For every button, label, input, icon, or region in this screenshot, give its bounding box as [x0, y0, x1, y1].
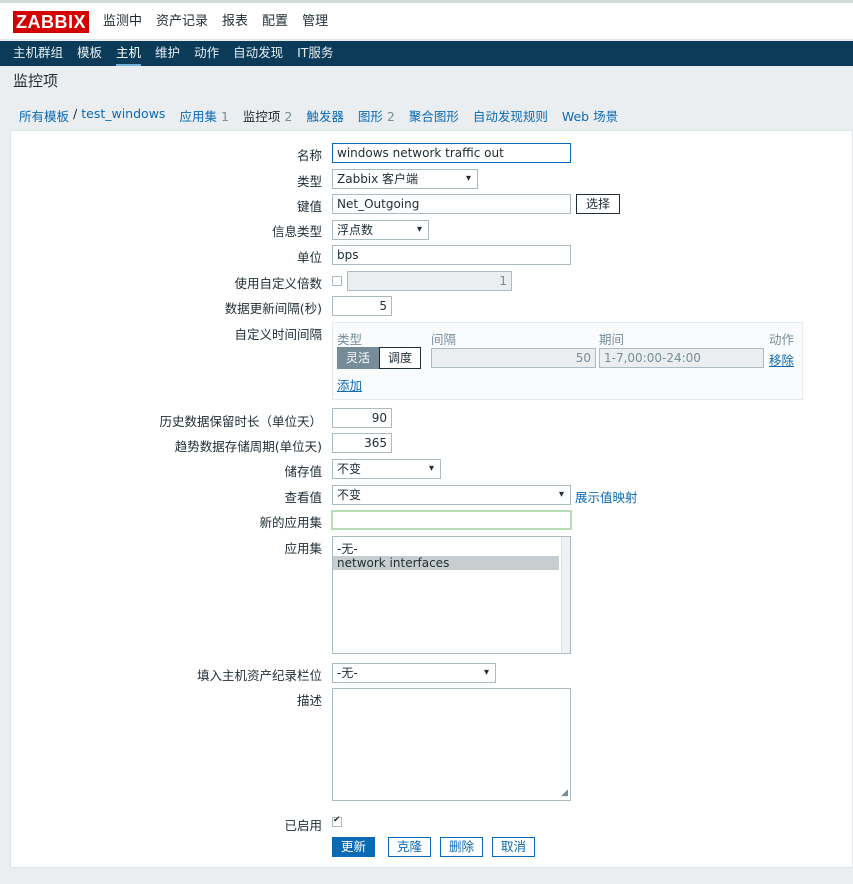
breadcrumb: 所有模板 / test_windows 应用集 1 监控项 2 触发器 图形 2…: [19, 106, 632, 125]
submenu-templates[interactable]: 模板: [77, 41, 102, 66]
description-textarea[interactable]: ◢: [332, 688, 571, 801]
submenu-maintenance[interactable]: 维护: [155, 41, 180, 66]
submenu-host-groups[interactable]: 主机群组: [13, 41, 63, 66]
tab-graphs-count: 2: [386, 109, 395, 124]
ci-flexible-button[interactable]: 灵活: [337, 347, 380, 369]
key-label: 键值: [296, 199, 322, 214]
submenu-hosts[interactable]: 主机: [116, 41, 142, 66]
resize-grip-icon[interactable]: ◢: [561, 788, 568, 798]
main-menu: 监测中 资产记录 报表 配置 管理: [103, 11, 342, 33]
menu-inventory[interactable]: 资产记录: [156, 11, 208, 33]
store-value-select[interactable]: 不变: [332, 459, 441, 479]
select-key-button[interactable]: 选择: [576, 194, 621, 214]
breadcrumb-separator: /: [73, 106, 78, 121]
ci-type-header: 类型: [337, 332, 363, 347]
tab-items[interactable]: 监控项 2: [243, 106, 292, 125]
tab-discovery-rules[interactable]: 自动发现规则: [473, 106, 548, 125]
tab-applications-count: 1: [220, 109, 229, 124]
submenu-it-services[interactable]: IT服务: [297, 41, 333, 66]
tab-graphs[interactable]: 图形 2: [358, 106, 395, 125]
inventory-label: 填入主机资产纪录栏位: [196, 668, 322, 683]
enabled-label: 已启用: [284, 818, 322, 833]
type-select[interactable]: Zabbix 客户端: [332, 169, 478, 189]
applications-listbox[interactable]: -无- network interfaces: [332, 536, 571, 654]
tab-items-label: 监控项: [242, 109, 281, 124]
info-type-select[interactable]: 浮点数: [332, 220, 429, 240]
name-label: 名称: [296, 148, 322, 163]
page-title: 监控项: [13, 72, 59, 90]
trends-input[interactable]: 365: [332, 433, 392, 453]
menu-administration[interactable]: 管理: [302, 11, 328, 33]
cancel-button[interactable]: 取消: [492, 837, 536, 857]
custom-intervals-table: 类型 间隔 期间 动作 灵活 调度 50 1-7,00:00-24:00 移除 …: [332, 322, 803, 400]
multiplier-checkbox[interactable]: [332, 276, 342, 286]
ci-action-header: 动作: [769, 332, 795, 347]
trends-label: 趋势数据存储周期(单位天): [174, 439, 322, 454]
ci-period-input[interactable]: 1-7,00:00-24:00: [599, 348, 764, 368]
tab-graphs-label: 图形: [357, 109, 383, 124]
ci-type-toggle: 灵活 调度: [337, 347, 422, 369]
submenu-actions[interactable]: 动作: [194, 41, 219, 66]
update-button[interactable]: 更新: [332, 837, 376, 857]
ci-remove-link[interactable]: 移除: [769, 350, 794, 369]
multiplier-input[interactable]: 1: [347, 271, 512, 291]
tab-triggers[interactable]: 触发器: [306, 106, 344, 125]
units-input[interactable]: bps: [332, 245, 571, 265]
show-value-select[interactable]: 不变: [332, 485, 571, 505]
submenu-discovery[interactable]: 自动发现: [233, 41, 283, 66]
key-input[interactable]: Net_Outgoing: [332, 194, 571, 214]
new-application-input[interactable]: [331, 510, 572, 530]
application-option-none[interactable]: -无-: [333, 542, 559, 556]
new-application-label: 新的应用集: [259, 515, 322, 530]
menu-monitoring[interactable]: 监测中: [103, 11, 142, 33]
history-label: 历史数据保留时长（单位天）: [159, 414, 322, 429]
multiplier-label: 使用自定义倍数: [234, 276, 322, 291]
tab-applications-label: 应用集: [179, 109, 217, 124]
units-label: 单位: [296, 250, 322, 265]
tab-screens[interactable]: 聚合图形: [409, 106, 459, 125]
ci-add-link[interactable]: 添加: [337, 375, 362, 394]
info-type-label: 信息类型: [271, 224, 322, 239]
item-form: 名称 windows network traffic out 类型 Zabbix…: [10, 130, 853, 868]
breadcrumb-all-templates[interactable]: 所有模板: [19, 106, 69, 125]
tab-web-scenarios[interactable]: Web 场景: [562, 106, 618, 125]
show-value-label: 查看值: [284, 490, 322, 505]
enabled-checkbox[interactable]: [332, 815, 342, 827]
top-bar: ZABBIX 监测中 资产记录 报表 配置 管理: [0, 3, 853, 40]
tab-items-count: 2: [284, 109, 293, 124]
name-input[interactable]: windows network traffic out: [332, 143, 571, 163]
breadcrumb-template[interactable]: test_windows: [81, 106, 165, 125]
interval-label: 数据更新间隔(秒): [224, 301, 322, 316]
ci-period-header: 期间: [599, 332, 625, 347]
page: ZABBIX 监测中 资产记录 报表 配置 管理 主机群组 模板 主机 维护 动…: [0, 0, 853, 884]
inventory-select[interactable]: -无-: [332, 663, 496, 683]
zabbix-logo[interactable]: ZABBIX: [13, 11, 89, 33]
application-option-network-interfaces[interactable]: network interfaces: [333, 556, 559, 570]
custom-intervals-label: 自定义时间间隔: [234, 327, 322, 342]
interval-input[interactable]: 5: [332, 296, 392, 316]
ci-interval-header: 间隔: [431, 332, 457, 347]
menu-configuration[interactable]: 配置: [262, 11, 288, 33]
store-value-label: 储存值: [284, 464, 322, 479]
clone-button[interactable]: 克隆: [388, 837, 432, 857]
applications-label: 应用集: [284, 541, 322, 556]
sub-menu: 主机群组 模板 主机 维护 动作 自动发现 IT服务: [0, 41, 853, 66]
ci-scheduling-button[interactable]: 调度: [379, 347, 422, 369]
show-value-mapping-link[interactable]: 展示值映射: [575, 487, 638, 506]
history-input[interactable]: 90: [332, 408, 392, 428]
menu-reports[interactable]: 报表: [222, 11, 248, 33]
delete-button[interactable]: 删除: [440, 837, 484, 857]
applications-scrollbar[interactable]: [561, 537, 570, 653]
tab-applications[interactable]: 应用集 1: [179, 106, 228, 125]
type-label: 类型: [296, 174, 322, 189]
ci-interval-input[interactable]: 50: [431, 348, 596, 368]
description-label: 描述: [296, 693, 322, 708]
